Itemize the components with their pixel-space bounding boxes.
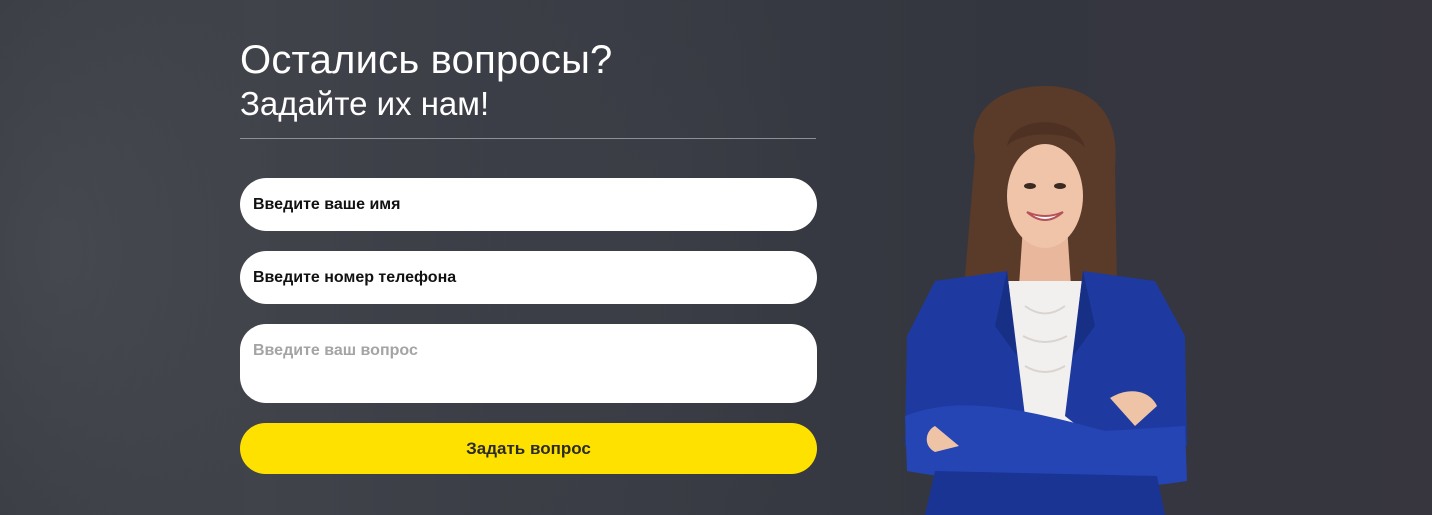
name-input[interactable]: Введите ваше имя	[240, 178, 817, 231]
contact-heading: Остались вопросы? Задайте их нам!	[240, 36, 817, 139]
page-subtitle: Задайте их нам!	[240, 85, 490, 122]
face	[1007, 144, 1083, 248]
consultant-photo	[905, 86, 1187, 515]
question-textarea-placeholder: Введите ваш вопрос	[253, 342, 418, 359]
phone-input[interactable]: Введите номер телефона	[240, 251, 817, 304]
submit-question-label: Задать вопрос	[466, 438, 591, 458]
name-input-placeholder: Введите ваше имя	[253, 195, 401, 213]
question-textarea[interactable]: Введите ваш вопрос	[240, 324, 817, 403]
submit-question-button[interactable]: Задать вопрос	[240, 423, 817, 474]
heading-divider	[240, 138, 816, 139]
page-title: Остались вопросы?	[240, 38, 613, 82]
phone-input-placeholder: Введите номер телефона	[253, 268, 457, 286]
